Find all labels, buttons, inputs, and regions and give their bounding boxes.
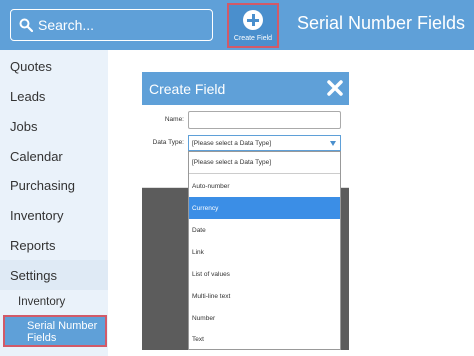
- data-type-dropdown-list: [Please select a Data Type] Auto-number …: [188, 151, 341, 350]
- modal-title: Create Field: [149, 80, 226, 97]
- sidebar-item-jobs[interactable]: Jobs: [0, 111, 108, 141]
- option-number[interactable]: Number: [189, 307, 340, 329]
- option-currency[interactable]: Currency: [189, 197, 340, 219]
- option-placeholder[interactable]: [Please select a Data Type]: [189, 152, 340, 174]
- sidebar-item-quotes[interactable]: Quotes: [0, 51, 108, 81]
- create-field-label: Create Field: [233, 35, 273, 42]
- sidebar-item-calendar[interactable]: Calendar: [0, 141, 108, 171]
- option-auto-number[interactable]: Auto-number: [189, 175, 340, 197]
- search-icon: [19, 18, 33, 32]
- sidebar-item-settings[interactable]: Settings: [0, 260, 108, 290]
- plus-circle-icon: [243, 10, 263, 30]
- create-field-button[interactable]: Create Field: [227, 3, 279, 48]
- option-text[interactable]: Text: [189, 328, 340, 350]
- app-root: Search... Create Field Serial Number Fie…: [0, 0, 474, 356]
- name-field[interactable]: [188, 111, 341, 129]
- chevron-down-icon: [330, 141, 336, 146]
- sidebar-subitem-serial-number-fields[interactable]: Serial Number Fields: [3, 315, 107, 347]
- sidebar: Quotes Leads Jobs Calendar Purchasing In…: [0, 50, 108, 356]
- sidebar-item-reports[interactable]: Reports: [0, 230, 108, 260]
- data-type-label: Data Type:: [152, 139, 184, 146]
- sidebar-subitem-inventory[interactable]: Inventory: [0, 287, 108, 317]
- option-list-of-values[interactable]: List of values: [189, 263, 340, 285]
- option-link[interactable]: Link: [189, 241, 340, 263]
- name-label: Name:: [164, 116, 184, 123]
- data-type-selected-value: [Please select a Data Type]: [192, 139, 272, 147]
- sidebar-item-inventory[interactable]: Inventory: [0, 200, 108, 230]
- page-title: Serial Number Fields: [297, 13, 466, 33]
- top-header: Search... Create Field Serial Number Fie…: [0, 0, 474, 50]
- search-placeholder: Search...: [38, 17, 95, 33]
- option-date[interactable]: Date: [189, 219, 340, 241]
- modal-header: Create Field: [142, 72, 349, 105]
- sidebar-item-leads[interactable]: Leads: [0, 81, 108, 111]
- option-multi-line-text[interactable]: Multi-line text: [189, 285, 340, 307]
- close-icon[interactable]: [326, 79, 344, 97]
- data-type-select[interactable]: [Please select a Data Type]: [188, 135, 341, 151]
- sidebar-item-purchasing[interactable]: Purchasing: [0, 170, 108, 200]
- search-input[interactable]: Search...: [10, 9, 213, 41]
